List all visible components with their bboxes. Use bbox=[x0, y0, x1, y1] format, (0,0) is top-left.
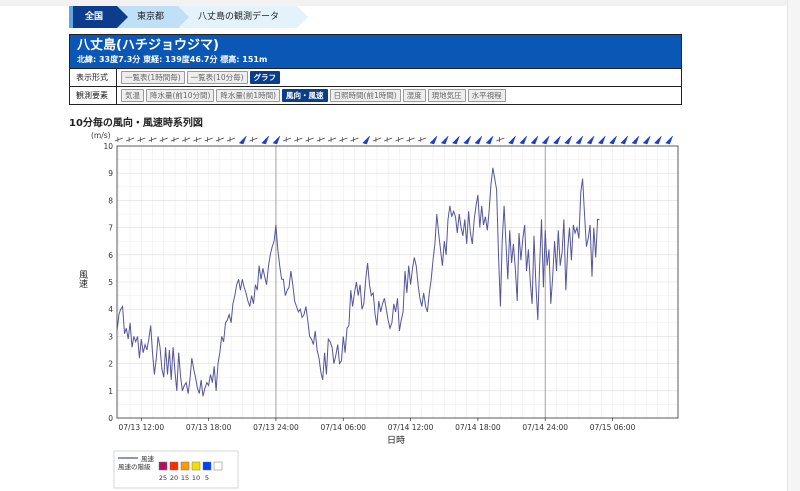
x-tick-label: 07/13 12:00 bbox=[118, 423, 164, 432]
wind-arrow bbox=[272, 135, 281, 145]
y-tick-label: 5 bbox=[108, 278, 113, 287]
wind-arrow bbox=[474, 135, 483, 145]
y-tick-label: 0 bbox=[108, 414, 113, 423]
x-tick-labels: 07/13 12:00 07/13 18:00 07/13 24:00 07/14 0… bbox=[118, 418, 636, 432]
wind-arrow bbox=[429, 135, 438, 145]
legend-rank-swatch bbox=[158, 461, 168, 471]
wind-arrow bbox=[597, 135, 606, 145]
wind-arrow bbox=[350, 137, 359, 142]
wind-arrow bbox=[620, 135, 629, 145]
wind-arrow bbox=[653, 135, 662, 145]
wind-arrow bbox=[159, 137, 168, 142]
legend-rank-swatch bbox=[191, 461, 201, 471]
legend-rank-value: 25 bbox=[159, 474, 167, 482]
legend-series-label: 風速 bbox=[141, 455, 155, 463]
y-unit: (m/s) bbox=[91, 131, 111, 140]
y-tick-labels: 0 1 2 3 4 5 6 7 8 9 10 bbox=[103, 142, 113, 423]
y-tick-label: 1 bbox=[108, 387, 113, 396]
x-tick-label: 07/13 18:00 bbox=[186, 423, 232, 432]
wind-arrow bbox=[417, 137, 426, 142]
wind-arrow bbox=[125, 137, 135, 142]
legend-rank-label: 風速の階級 bbox=[118, 462, 151, 471]
y-tick-label: 2 bbox=[108, 360, 113, 369]
wind-arrow bbox=[395, 137, 404, 142]
x-tick-label: 07/14 06:00 bbox=[320, 423, 366, 432]
wind-arrow bbox=[170, 137, 180, 142]
wind-arrow bbox=[327, 137, 337, 142]
x-tick-label: 07/14 18:00 bbox=[455, 423, 501, 432]
wind-arrow bbox=[609, 135, 617, 145]
wind-arrow bbox=[508, 135, 516, 145]
wind-chart: 012345678910 07/13 12:00 07/13 18:00 07/13… bbox=[77, 131, 679, 489]
chart-grid bbox=[117, 145, 678, 419]
legend-rank-value: 10 bbox=[192, 474, 200, 482]
y-tick-label: 4 bbox=[108, 305, 113, 314]
legend-rank-swatch bbox=[169, 461, 179, 471]
wind-arrow bbox=[575, 135, 584, 145]
wind-arrow bbox=[294, 137, 303, 142]
legend-rank-swatch bbox=[213, 461, 223, 471]
wind-arrow bbox=[339, 137, 348, 142]
wind-arrow bbox=[586, 135, 595, 145]
wind-arrow bbox=[316, 137, 325, 142]
wind-arrow bbox=[530, 135, 539, 145]
wind-arrow bbox=[463, 135, 471, 145]
legend-rank-swatch bbox=[180, 461, 190, 471]
wind-arrow bbox=[148, 137, 157, 142]
y-axis-label: 風速 bbox=[77, 270, 88, 289]
y-tick-label: 8 bbox=[108, 196, 113, 205]
x-tick-label: 07/14 12:00 bbox=[388, 423, 434, 432]
wind-arrow bbox=[215, 137, 224, 142]
wind-direction-arrows bbox=[114, 135, 673, 145]
wind-arrow bbox=[193, 137, 202, 142]
y-tick-label: 6 bbox=[108, 251, 113, 260]
wind-arrow bbox=[496, 137, 505, 142]
x-tick-label: 07/15 06:00 bbox=[590, 423, 636, 432]
wind-arrow bbox=[137, 137, 146, 142]
legend-rank-value: 5 bbox=[205, 474, 209, 482]
wind-arrow bbox=[665, 135, 673, 145]
wind-arrow bbox=[261, 135, 269, 145]
wind-arrow bbox=[204, 137, 213, 142]
wind-arrow bbox=[541, 135, 550, 145]
wind-arrow bbox=[440, 135, 449, 145]
wind-arrow bbox=[305, 137, 314, 142]
wind-arrow bbox=[226, 137, 236, 142]
legend-rank-value: 20 bbox=[170, 474, 178, 482]
wind-arrow bbox=[451, 135, 460, 145]
wind-arrow bbox=[519, 135, 528, 145]
wind-arrow bbox=[552, 135, 561, 145]
legend-rank-swatch bbox=[202, 461, 212, 471]
wind-arrow bbox=[238, 135, 247, 145]
y-tick-label: 10 bbox=[103, 142, 113, 151]
wind-arrow bbox=[384, 137, 393, 142]
wind-arrow bbox=[114, 137, 123, 142]
wind-arrow bbox=[406, 137, 415, 142]
x-tick-label: 07/14 24:00 bbox=[522, 423, 568, 432]
y-tick-label: 3 bbox=[108, 332, 113, 341]
wind-arrow bbox=[182, 137, 191, 142]
y-tick-label: 7 bbox=[108, 224, 113, 233]
wind-arrow bbox=[372, 137, 382, 142]
wind-arrow bbox=[631, 135, 640, 145]
wind-arrow bbox=[485, 135, 494, 145]
x-tick-label: 07/13 24:00 bbox=[253, 423, 299, 432]
legend-rank-value: 15 bbox=[181, 474, 189, 482]
wind-arrow bbox=[249, 137, 258, 142]
wind-arrow bbox=[564, 135, 572, 145]
wind-arrow bbox=[283, 137, 292, 142]
x-axis-label: 日時 bbox=[387, 435, 405, 446]
wind-arrow bbox=[642, 135, 651, 145]
y-tick-label: 9 bbox=[108, 169, 113, 178]
wind-arrow bbox=[362, 135, 370, 145]
